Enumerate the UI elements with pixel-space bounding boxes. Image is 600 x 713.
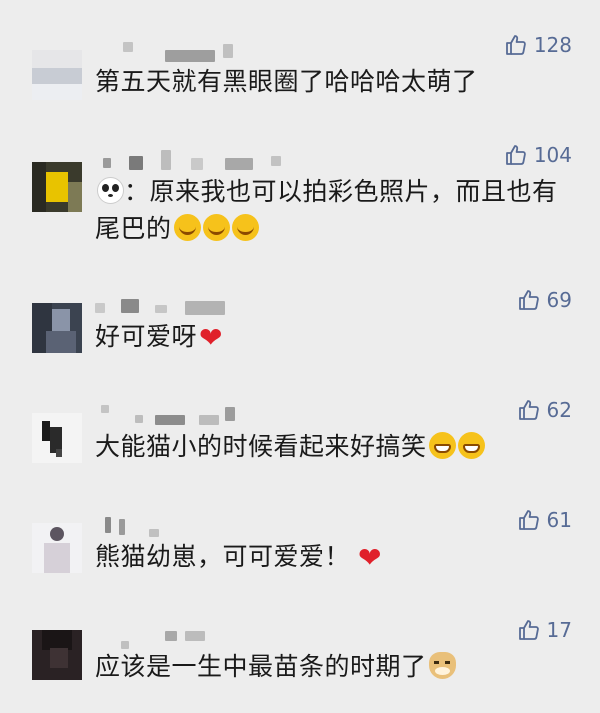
like-button[interactable]: 128 bbox=[504, 32, 572, 58]
like-button[interactable]: 17 bbox=[517, 617, 572, 643]
comment-text: 第五天就有黑眼圈了哈哈哈太萌了 bbox=[95, 67, 478, 96]
avatar[interactable] bbox=[32, 630, 82, 680]
avatar[interactable] bbox=[32, 523, 82, 573]
red-heart-emoji: ❤ bbox=[199, 321, 223, 354]
thumbs-up-icon bbox=[505, 35, 526, 55]
comment-text: 熊猫幼崽，可可爱爱！ ❤ bbox=[95, 541, 382, 574]
grinning-emoji bbox=[428, 432, 456, 459]
like-button[interactable]: 69 bbox=[517, 287, 572, 313]
avatar[interactable] bbox=[32, 303, 82, 353]
thumbs-up-icon bbox=[518, 510, 539, 530]
like-count: 17 bbox=[546, 618, 572, 642]
username-blurred[interactable] bbox=[95, 40, 295, 64]
like-count: 62 bbox=[546, 398, 572, 422]
like-count: 61 bbox=[546, 508, 572, 532]
like-button[interactable]: 62 bbox=[517, 397, 572, 423]
avatar[interactable] bbox=[32, 50, 82, 100]
comment-text: 好可爱呀❤ bbox=[95, 321, 223, 354]
like-count: 104 bbox=[533, 143, 572, 167]
like-button[interactable]: 104 bbox=[504, 142, 572, 168]
thumbs-up-icon bbox=[518, 290, 539, 310]
tears-of-joy-emoji bbox=[202, 214, 230, 241]
like-count: 128 bbox=[533, 33, 572, 57]
thumbs-up-icon bbox=[518, 620, 539, 640]
tears-of-joy-emoji bbox=[173, 214, 201, 241]
red-heart-emoji: ❤ bbox=[358, 541, 382, 574]
avatar[interactable] bbox=[32, 162, 82, 212]
avatar[interactable] bbox=[32, 413, 82, 463]
username-blurred[interactable] bbox=[95, 515, 295, 539]
comment-text: 大能猫小的时候看起来好搞笑 bbox=[95, 428, 575, 465]
thumbs-up-icon bbox=[505, 145, 526, 165]
tears-of-joy-emoji bbox=[231, 214, 259, 241]
like-button[interactable]: 61 bbox=[517, 507, 572, 533]
comment-text: 应该是一生中最苗条的时期了 bbox=[95, 648, 575, 685]
like-count: 69 bbox=[546, 288, 572, 312]
username-blurred[interactable] bbox=[95, 150, 295, 174]
grinning-emoji bbox=[457, 432, 485, 459]
doge-emoji bbox=[428, 652, 456, 679]
username-blurred[interactable] bbox=[95, 295, 295, 319]
panda-emoji bbox=[97, 177, 124, 204]
username-blurred[interactable] bbox=[95, 625, 295, 649]
thumbs-up-icon bbox=[518, 400, 539, 420]
username-blurred[interactable] bbox=[95, 405, 295, 429]
comment-list: 128 第五天就有黑眼圈了哈哈哈太萌了 104 ：原来我也可以拍彩色照片，而且也… bbox=[0, 0, 600, 713]
comment-text: ：原来我也可以拍彩色照片，而且也有 尾巴的 bbox=[95, 177, 558, 243]
